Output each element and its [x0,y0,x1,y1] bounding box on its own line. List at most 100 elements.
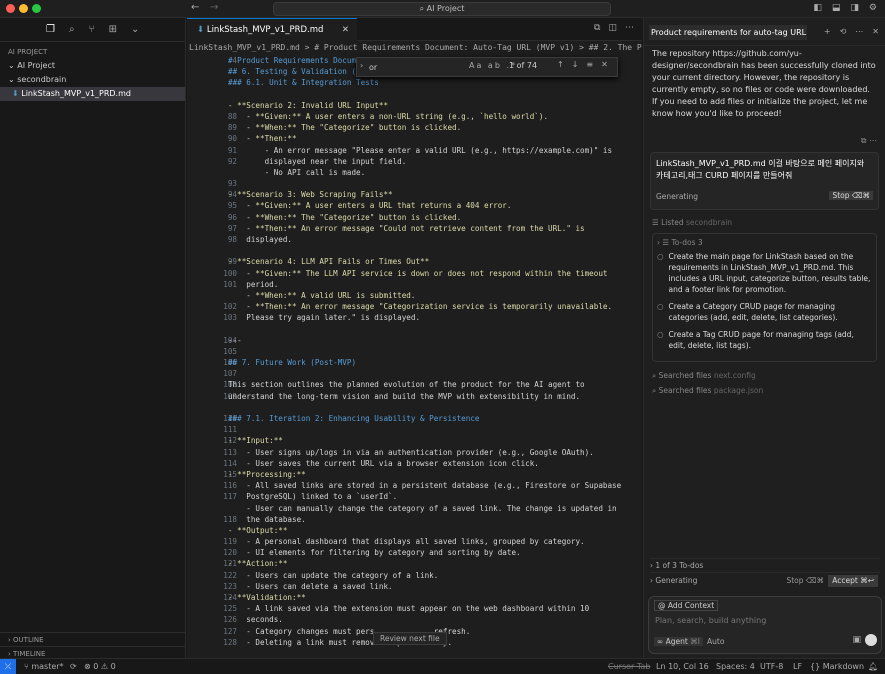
code-line[interactable]: understand the long-term vision and buil… [228,391,628,402]
split-editor-icon[interactable]: ◫ [608,23,617,33]
stop-button[interactable]: Stop ⌫⌘ [829,191,873,200]
code-text[interactable]: # Product Requirements Docum ## 6. Testin… [228,55,628,648]
settings-icon[interactable]: ⚙ [869,3,877,13]
image-icon[interactable]: ▣ [852,635,861,645]
plus-icon[interactable]: + [824,27,831,36]
cursor-position[interactable]: Ln 10, Col 16 [656,659,709,674]
close-icon[interactable]: ✕ [601,60,616,69]
indentation[interactable]: Spaces: 4 [716,659,755,674]
code-line[interactable]: - **Then:** [228,133,628,144]
code-line[interactable]: This section outlines the planned evolut… [228,379,628,390]
todo-item[interactable]: ○ Create the main page for LinkStash base… [657,251,872,295]
user-message-card[interactable]: LinkStash_MVP_v1_PRD.md 이걸 바탕으로 메인 페이지와 … [650,152,879,210]
code-line[interactable]: - **Scenario 2: Invalid URL Input** [228,100,628,111]
remote-icon[interactable]: ⤫ [0,659,16,674]
todo-checkbox-icon[interactable]: ○ [657,251,664,295]
sync-icon[interactable]: ⟳ [70,659,77,674]
code-line[interactable]: - **Validation:** [228,592,628,603]
back-arrow-icon[interactable]: ← [191,2,199,13]
code-line[interactable]: - No API call is made. [228,167,628,178]
code-line[interactable]: - **Output:** [228,525,628,536]
code-line[interactable]: - **Action:** [228,558,628,569]
code-line[interactable]: - **Given:** A user enters a URL that re… [228,200,628,211]
code-line[interactable] [228,324,628,335]
code-line[interactable]: - **When:** The "Categorize" button is c… [228,122,628,133]
open-preview-icon[interactable]: ⧉ [594,23,600,33]
chat-input[interactable]: Plan, search, build anything [655,616,766,625]
accept-button[interactable]: Accept ⌘↩ [828,575,878,587]
code-line[interactable]: - All saved links are stored in a persis… [228,480,628,491]
encoding[interactable]: UTF-8 [760,659,783,674]
files-icon[interactable]: ❐ [46,24,55,35]
code-line[interactable]: - **Scenario 4: LLM API Fails or Times O… [228,256,628,267]
outline-section[interactable]: › OUTLINE [0,632,186,646]
model-select[interactable]: Auto [707,637,724,646]
review-next-file-popup[interactable]: Review next file [373,632,447,645]
chevron-down-icon[interactable]: ⌄ [131,24,139,35]
code-line[interactable]: period. [228,279,628,290]
code-line[interactable]: - **Given:** The LLM API service is down… [228,268,628,279]
code-line[interactable]: displayed. [228,234,628,245]
code-line[interactable]: displayed near the input field. [228,156,628,167]
code-line[interactable]: - **Then:** An error message "Could not … [228,223,628,234]
branch-indicator[interactable]: ⑂ master* [24,659,64,674]
code-line[interactable]: - Users can update the category of a lin… [228,570,628,581]
toggle-aux-bar-icon[interactable]: ◨ [850,3,859,13]
code-editor[interactable]: 4 88 89 90 91 92 93 94 95 96 97 98 99 100 101 102 103 104… [187,55,642,658]
todo-item[interactable]: ○ Create a Category CRUD page for managin… [657,301,872,323]
code-line[interactable] [228,178,628,189]
tab-prd-file[interactable]: ⬇ LinkStash_MVP_v1_PRD.md ✕ [187,18,357,41]
code-line[interactable]: Please try again later." is displayed. [228,312,628,323]
code-line[interactable] [228,89,628,100]
copy-icon[interactable]: ⧉ [861,136,869,145]
code-line[interactable]: --- [228,335,628,346]
code-line[interactable]: - **When:** A valid URL is submitted. [228,290,628,301]
code-line[interactable]: - User saves the current URL via a brows… [228,458,628,469]
code-line[interactable]: - **Processing:** [228,469,628,480]
agent-mode-select[interactable]: ∞ Agent ⌘I [654,637,703,646]
tree-item-secondbrain[interactable]: ⌄ secondbrain [0,73,185,87]
chevron-right-icon[interactable]: › [360,61,363,70]
code-line[interactable]: - **Then:** An error message "Categoriza… [228,301,628,312]
tree-item-ai-project[interactable]: ⌄ AI Project [0,59,185,73]
code-line[interactable]: - **Scenario 3: Web Scraping Fails** [228,189,628,200]
command-center[interactable]: ⌕ AI Project [273,2,611,16]
forward-arrow-icon[interactable]: → [210,2,218,13]
source-control-icon[interactable]: ⑂ [89,24,95,35]
more-actions-icon[interactable]: ⋯ [625,23,634,33]
line-ending[interactable]: LF [793,659,802,674]
notifications-icon[interactable]: 🔔︎ [868,659,878,674]
code-line[interactable]: - A link saved via the extension must ap… [228,603,628,614]
todo-checkbox-icon[interactable]: ○ [657,329,664,351]
search-icon[interactable]: ⌕ [69,24,75,35]
chat-title[interactable]: Product requirements for auto-tag URL ap [649,25,807,40]
arrow-down-icon[interactable]: ↓ [572,60,587,69]
code-line[interactable]: - **When:** The "Categorize" button is c… [228,212,628,223]
code-line[interactable]: ### 6.1. Unit & Integration Tests [228,77,628,88]
breadcrumb[interactable]: LinkStash_MVP_v1_PRD.md > # Product Requ… [187,41,642,55]
history-icon[interactable]: ⟲ [840,27,847,36]
close-window-button[interactable] [6,4,15,13]
code-line[interactable]: - An error message "Please enter a valid… [228,145,628,156]
code-line[interactable] [228,424,628,435]
chat-input-box[interactable]: @ Add Context Plan, search, build anythi… [648,596,882,654]
add-context-button[interactable]: @ Add Context [654,600,719,611]
tree-item-prd-file[interactable]: ⬇ LinkStash_MVP_v1_PRD.md [0,87,185,101]
close-icon[interactable]: ✕ [872,27,879,36]
maximize-window-button[interactable] [32,4,41,13]
more-icon[interactable]: ⋯ [869,136,877,145]
arrow-up-icon[interactable]: ↑ [557,60,572,69]
extensions-icon[interactable]: ⊞ [109,24,117,35]
code-line[interactable]: seconds. [228,614,628,625]
code-line[interactable]: - User can manually change the category … [228,503,628,514]
toggle-panel-icon[interactable]: ⬓ [832,3,841,13]
cursor-tab-status[interactable]: Cursor Tab [608,659,650,674]
close-icon[interactable]: ✕ [342,19,349,41]
code-line[interactable]: ### 7.1. Iteration 2: Enhancing Usabilit… [228,413,628,424]
code-line[interactable] [228,368,628,379]
code-line[interactable] [228,346,628,357]
minimize-window-button[interactable] [19,4,28,13]
todo-item[interactable]: ○ Create a Tag CRUD page for managing tag… [657,329,872,351]
code-line[interactable]: - A personal dashboard that displays all… [228,536,628,547]
stop-button[interactable]: Stop ⌫⌘ [786,573,824,589]
